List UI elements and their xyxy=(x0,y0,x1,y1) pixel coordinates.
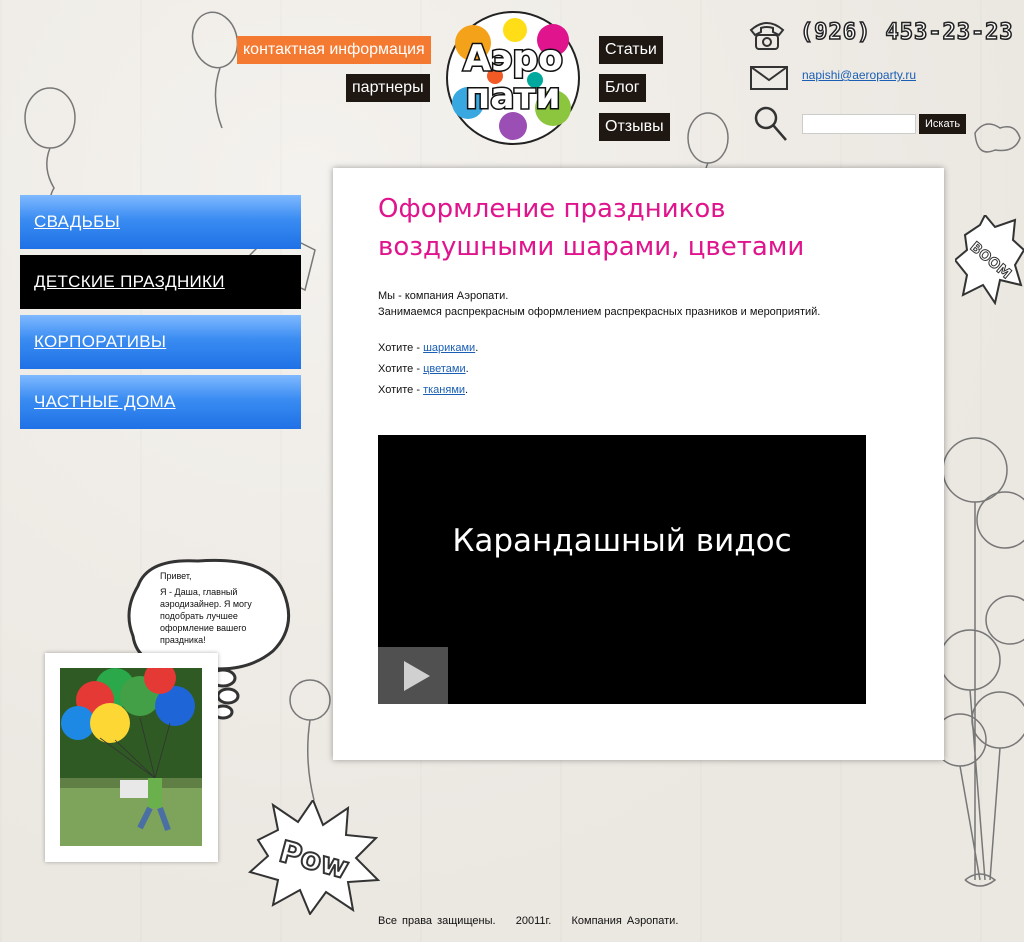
intro-line2: Занимаемся распрекрасным оформлением рас… xyxy=(378,306,821,318)
designer-photo-image xyxy=(60,668,202,846)
designer-photo xyxy=(45,653,218,862)
nav-articles[interactable]: Статьи xyxy=(599,36,663,64)
menu-item-corporate[interactable]: КОРПОРАТИВЫ xyxy=(20,315,301,369)
bubble-message: Я - Даша, главный аэродизайнер. Я могу п… xyxy=(160,587,252,645)
page-title-line1: Оформление праздников xyxy=(378,194,726,224)
nav-blog[interactable]: Блог xyxy=(599,74,646,102)
want-row-flowers: Хотите - цветами. xyxy=(378,363,469,375)
nav-partners[interactable]: партнеры xyxy=(346,74,430,102)
intro-line1: Мы - компания Аэропати. xyxy=(378,290,509,302)
search-input[interactable] xyxy=(802,114,916,134)
bubble-greeting: Привет, xyxy=(160,571,192,581)
page-title-line2: воздушными шарами, цветами xyxy=(378,232,805,262)
link-balloons[interactable]: шариками xyxy=(423,342,475,354)
bubble-text: Привет, Я - Даша, главный аэродизайнер. … xyxy=(160,570,272,646)
boom-sticker: BOOM xyxy=(955,215,1024,305)
video-player[interactable]: Карандашный видос xyxy=(378,435,866,704)
search-icon xyxy=(754,106,787,141)
search-button[interactable]: Искать xyxy=(919,114,967,134)
video-title: Карандашный видос xyxy=(452,523,792,559)
want-prefix: Хотите - xyxy=(378,342,424,354)
main-content: Оформление праздников воздушными шарами,… xyxy=(333,168,944,760)
aeroparty-logo[interactable]: Аэро пати xyxy=(443,8,583,148)
want-prefix: Хотите - xyxy=(378,384,424,396)
want-row-balloons: Хотите - шариками. xyxy=(378,342,478,354)
logo-text-line1: Аэро xyxy=(463,38,563,79)
want-suffix: . xyxy=(475,342,479,354)
nav-contact-info[interactable]: контактная информация xyxy=(237,36,431,64)
want-prefix: Хотите - xyxy=(378,363,424,375)
footer-copyright: Все права защищены. 20011г. Компания Аэр… xyxy=(378,915,679,927)
menu-item-private-houses[interactable]: ЧАСТНЫЕ ДОМА xyxy=(20,375,301,429)
phone-number: (926) 453-23-23 xyxy=(799,19,1014,46)
want-suffix: . xyxy=(465,363,469,375)
nav-reviews[interactable]: Отзывы xyxy=(599,113,670,141)
play-button[interactable] xyxy=(378,647,448,704)
want-suffix: . xyxy=(465,384,469,396)
menu-item-kids-parties[interactable]: ДЕТСКИЕ ПРАЗДНИКИ xyxy=(20,255,301,309)
logo-text-line2: пати xyxy=(465,76,560,117)
mail-icon xyxy=(750,66,788,90)
pow-sticker: Pow xyxy=(248,800,381,915)
phone-icon xyxy=(749,22,785,50)
intro-text: Мы - компания Аэропати. Занимаемся распр… xyxy=(378,288,820,320)
email-link[interactable]: napishi@aeroparty.ru xyxy=(802,68,916,82)
page-title: Оформление праздников воздушными шарами,… xyxy=(378,190,898,266)
link-fabrics[interactable]: тканями xyxy=(423,384,465,396)
menu-item-weddings[interactable]: СВАДЬБЫ xyxy=(20,195,301,249)
want-row-fabrics: Хотите - тканями. xyxy=(378,384,468,396)
link-flowers[interactable]: цветами xyxy=(423,363,466,375)
